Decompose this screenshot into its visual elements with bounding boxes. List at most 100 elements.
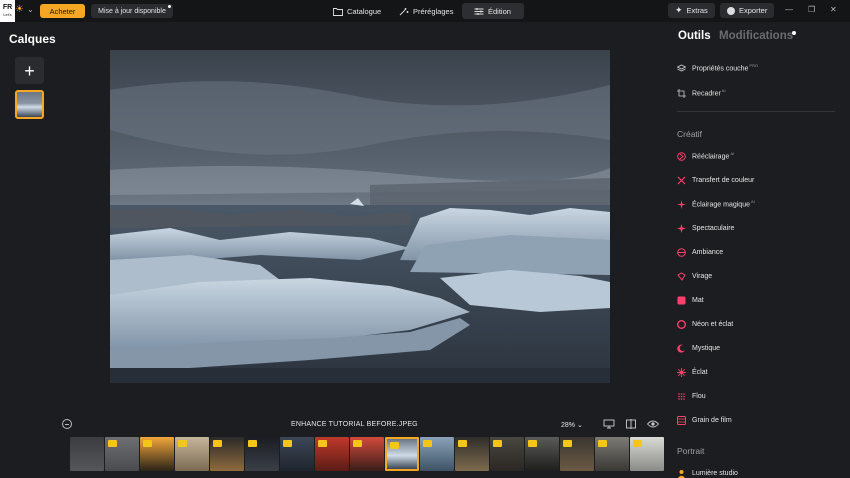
export-button[interactable]: Exporter (720, 3, 775, 18)
pro-badge-icon (423, 440, 432, 447)
compare-icon[interactable] (625, 419, 637, 429)
eye-icon[interactable] (647, 419, 659, 429)
pro-badge-icon (108, 440, 117, 447)
chevron-down-icon: ⌄ (576, 422, 583, 429)
logo-subtext: Let's (3, 12, 12, 17)
tool-label: Virage (692, 272, 713, 280)
sparkle-wand-icon (399, 7, 409, 15)
filmstrip (70, 437, 664, 471)
app-logo[interactable]: FR Let's (0, 0, 15, 22)
divider (677, 111, 835, 112)
filmstrip-thumb[interactable] (140, 437, 174, 471)
tab-presets[interactable]: Préréglages (393, 3, 459, 19)
tool-label: Néon et éclat (692, 320, 734, 328)
pro-badge-icon (248, 440, 257, 447)
extras-button[interactable]: ✦ Extras (668, 3, 715, 18)
tool-color-transfer[interactable]: Transfert de couleur (677, 174, 754, 186)
top-bar: FR Let's ☀ ⌄ Acheter Mise à jour disponi… (0, 0, 850, 22)
tool-label: Mat (692, 296, 704, 304)
section-creative-title: Créatif (677, 129, 703, 139)
zoom-level-dropdown[interactable]: 28% ⌄ (561, 421, 583, 429)
tool-mood[interactable]: Ambiance (677, 246, 723, 258)
tool-studio-light[interactable]: Lumière studio (677, 467, 738, 478)
pro-badge-icon (563, 440, 572, 447)
update-available-button[interactable]: Mise à jour disponible (91, 4, 173, 18)
mystical-icon (677, 344, 685, 353)
tool-relight[interactable]: RééclairageAI (677, 150, 734, 162)
restore-icon[interactable]: ❐ (808, 5, 815, 14)
pro-badge-icon (458, 440, 467, 447)
notification-dot (168, 5, 171, 8)
tool-dramatic[interactable]: Spectaculaire (677, 222, 734, 234)
toning-icon (677, 271, 686, 281)
studio-light-icon (678, 469, 685, 478)
tool-crop[interactable]: RecadrerAI (677, 87, 726, 99)
pro-badge-icon (528, 440, 537, 447)
filmstrip-thumb[interactable] (630, 437, 664, 471)
filmstrip-thumb[interactable] (175, 437, 209, 471)
filmstrip-thumb[interactable] (245, 437, 279, 471)
filmstrip-thumb[interactable] (490, 437, 524, 471)
filmstrip-thumb[interactable] (350, 437, 384, 471)
tool-mystical[interactable]: Mystique (677, 342, 720, 354)
add-layer-button[interactable]: + (15, 57, 44, 84)
section-portrait-title: Portrait (677, 446, 705, 456)
tool-label: Éclairage magiqueAI (692, 199, 755, 209)
tool-label: Spectaculaire (692, 224, 735, 232)
tab-catalogue[interactable]: Catalogue (327, 3, 387, 19)
buy-button[interactable]: Acheter (40, 4, 85, 18)
filmstrip-thumb[interactable] (70, 437, 104, 471)
layer-thumbnail[interactable] (15, 90, 44, 119)
filmstrip-thumb[interactable] (560, 437, 594, 471)
minimize-icon[interactable]: — (785, 5, 793, 14)
glow-icon (677, 367, 686, 377)
tool-matte[interactable]: Mat (677, 294, 704, 306)
zoom-level-value: 28% (561, 422, 576, 429)
tab-edit[interactable]: Édition (462, 3, 524, 19)
pro-badge-icon (213, 440, 222, 447)
tool-label: RééclairageAI (692, 151, 735, 161)
tab-edit-label: Édition (488, 6, 511, 16)
monitor-icon[interactable] (603, 419, 615, 429)
tool-toning[interactable]: Virage (677, 270, 712, 282)
filmstrip-thumb-selected[interactable] (385, 437, 419, 471)
color-transfer-icon (677, 176, 686, 184)
update-label: Mise à jour disponible (98, 7, 166, 15)
tool-blur[interactable]: Flou (677, 390, 706, 402)
tool-glow[interactable]: Éclat (677, 366, 708, 378)
film-grain-icon (677, 415, 686, 425)
tab-modifications[interactable]: Modifications (719, 30, 793, 42)
filmstrip-thumb[interactable] (525, 437, 559, 471)
image-filename: ENHANCE TUTORIAL BEFORE.JPEG (291, 421, 418, 428)
tool-label: Flou (692, 392, 706, 400)
filmstrip-thumb[interactable] (315, 437, 349, 471)
blur-icon (678, 392, 685, 400)
tool-neon[interactable]: Néon et éclat (677, 318, 733, 330)
close-icon[interactable]: ✕ (830, 5, 837, 14)
tool-label: RecadrerAI (692, 88, 726, 98)
filmstrip-thumb[interactable] (595, 437, 629, 471)
zoom-out-icon[interactable] (62, 419, 72, 429)
tool-film-grain[interactable]: Grain de film (677, 414, 732, 426)
tool-label: Grain de film (692, 416, 732, 424)
plus-icon: + (24, 60, 35, 81)
pro-badge-icon (633, 440, 642, 447)
filmstrip-thumb[interactable] (280, 437, 314, 471)
tool-label: Ambiance (692, 248, 724, 256)
chevron-down-icon[interactable]: ⌄ (27, 5, 34, 14)
tool-magic-light[interactable]: Éclairage magiqueAI (677, 198, 755, 210)
tool-label: Lumière studio (692, 469, 738, 477)
tab-presets-label: Préréglages (413, 6, 454, 16)
filmstrip-thumb[interactable] (210, 437, 244, 471)
filmstrip-thumb[interactable] (455, 437, 489, 471)
filmstrip-thumb[interactable] (420, 437, 454, 471)
tool-label: Éclat (692, 368, 708, 376)
tool-layer-properties[interactable]: Propriétés couchePRO (677, 62, 758, 74)
image-canvas[interactable] (110, 50, 610, 383)
tab-tools[interactable]: Outils (678, 30, 711, 42)
dramatic-icon (677, 223, 686, 233)
tab-catalogue-label: Catalogue (347, 6, 382, 16)
filmstrip-thumb[interactable] (105, 437, 139, 471)
extras-label: Extras (686, 6, 708, 15)
notification-dot (792, 31, 796, 35)
